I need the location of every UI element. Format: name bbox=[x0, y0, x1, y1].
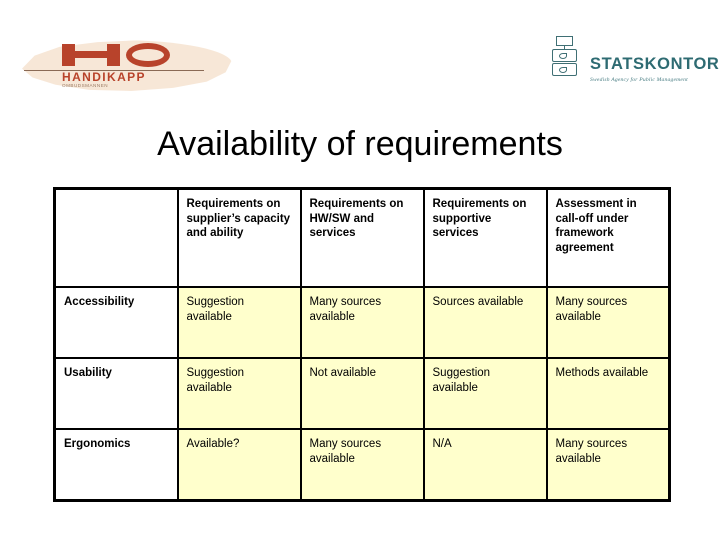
page-title: Availability of requirements bbox=[157, 125, 563, 163]
cell-ergonomics-supplier-capacity: Available? bbox=[176, 428, 302, 502]
cell-ergonomics-call-off-assessment: Many sources available bbox=[545, 428, 671, 502]
ho-logo-leaf-shape bbox=[22, 40, 232, 91]
column-header-call-off-assessment: Assessment in call-off under framework a… bbox=[545, 187, 671, 288]
ho-logo-wordmark: HANDIKAPP bbox=[62, 70, 146, 84]
row-label-usability: Usability bbox=[53, 357, 179, 430]
column-header-hw-sw-services: Requirements on HW/SW and services bbox=[299, 187, 425, 288]
ho-logo-subtitle: OMBUDSMANNEN bbox=[62, 83, 109, 88]
statskontoret-crest-icon bbox=[548, 36, 582, 78]
table-corner-cell bbox=[53, 187, 179, 288]
column-header-supplier-capacity: Requirements on supplier’s capacity and … bbox=[176, 187, 302, 288]
cell-accessibility-supplier-capacity: Suggestion available bbox=[176, 286, 302, 359]
row-label-ergonomics: Ergonomics bbox=[53, 428, 179, 502]
statskontoret-subtitle: Swedish Agency for Public Management bbox=[590, 77, 688, 83]
table-header-row: Requirements on supplier’s capacity and … bbox=[53, 187, 671, 288]
table-row: Usability Suggestion available Not avail… bbox=[53, 357, 671, 430]
availability-table: Requirements on supplier’s capacity and … bbox=[53, 187, 671, 502]
cell-ergonomics-supportive-services: N/A bbox=[422, 428, 548, 502]
cell-accessibility-hw-sw-services: Many sources available bbox=[299, 286, 425, 359]
ho-logo-letter-o-icon bbox=[126, 43, 170, 67]
table-row: Ergonomics Available? Many sources avail… bbox=[53, 428, 671, 502]
statskontoret-wordmark: STATSKONTORET bbox=[590, 55, 720, 73]
ho-logo: HANDIKAPP OMBUDSMANNEN bbox=[22, 38, 232, 96]
cell-accessibility-supportive-services: Sources available bbox=[422, 286, 548, 359]
ho-logo-letter-h-icon bbox=[62, 44, 120, 66]
cell-ergonomics-hw-sw-services: Many sources available bbox=[299, 428, 425, 502]
cell-usability-call-off-assessment: Methods available bbox=[545, 357, 671, 430]
row-label-accessibility: Accessibility bbox=[53, 286, 179, 359]
column-header-supportive-services: Requirements on supportive services bbox=[422, 187, 548, 288]
cell-accessibility-call-off-assessment: Many sources available bbox=[545, 286, 671, 359]
statskontoret-logo: STATSKONTORET Swedish Agency for Public … bbox=[548, 36, 720, 98]
table-row: Accessibility Suggestion available Many … bbox=[53, 286, 671, 359]
cell-usability-supplier-capacity: Suggestion available bbox=[176, 357, 302, 430]
cell-usability-hw-sw-services: Not available bbox=[299, 357, 425, 430]
cell-usability-supportive-services: Suggestion available bbox=[422, 357, 548, 430]
